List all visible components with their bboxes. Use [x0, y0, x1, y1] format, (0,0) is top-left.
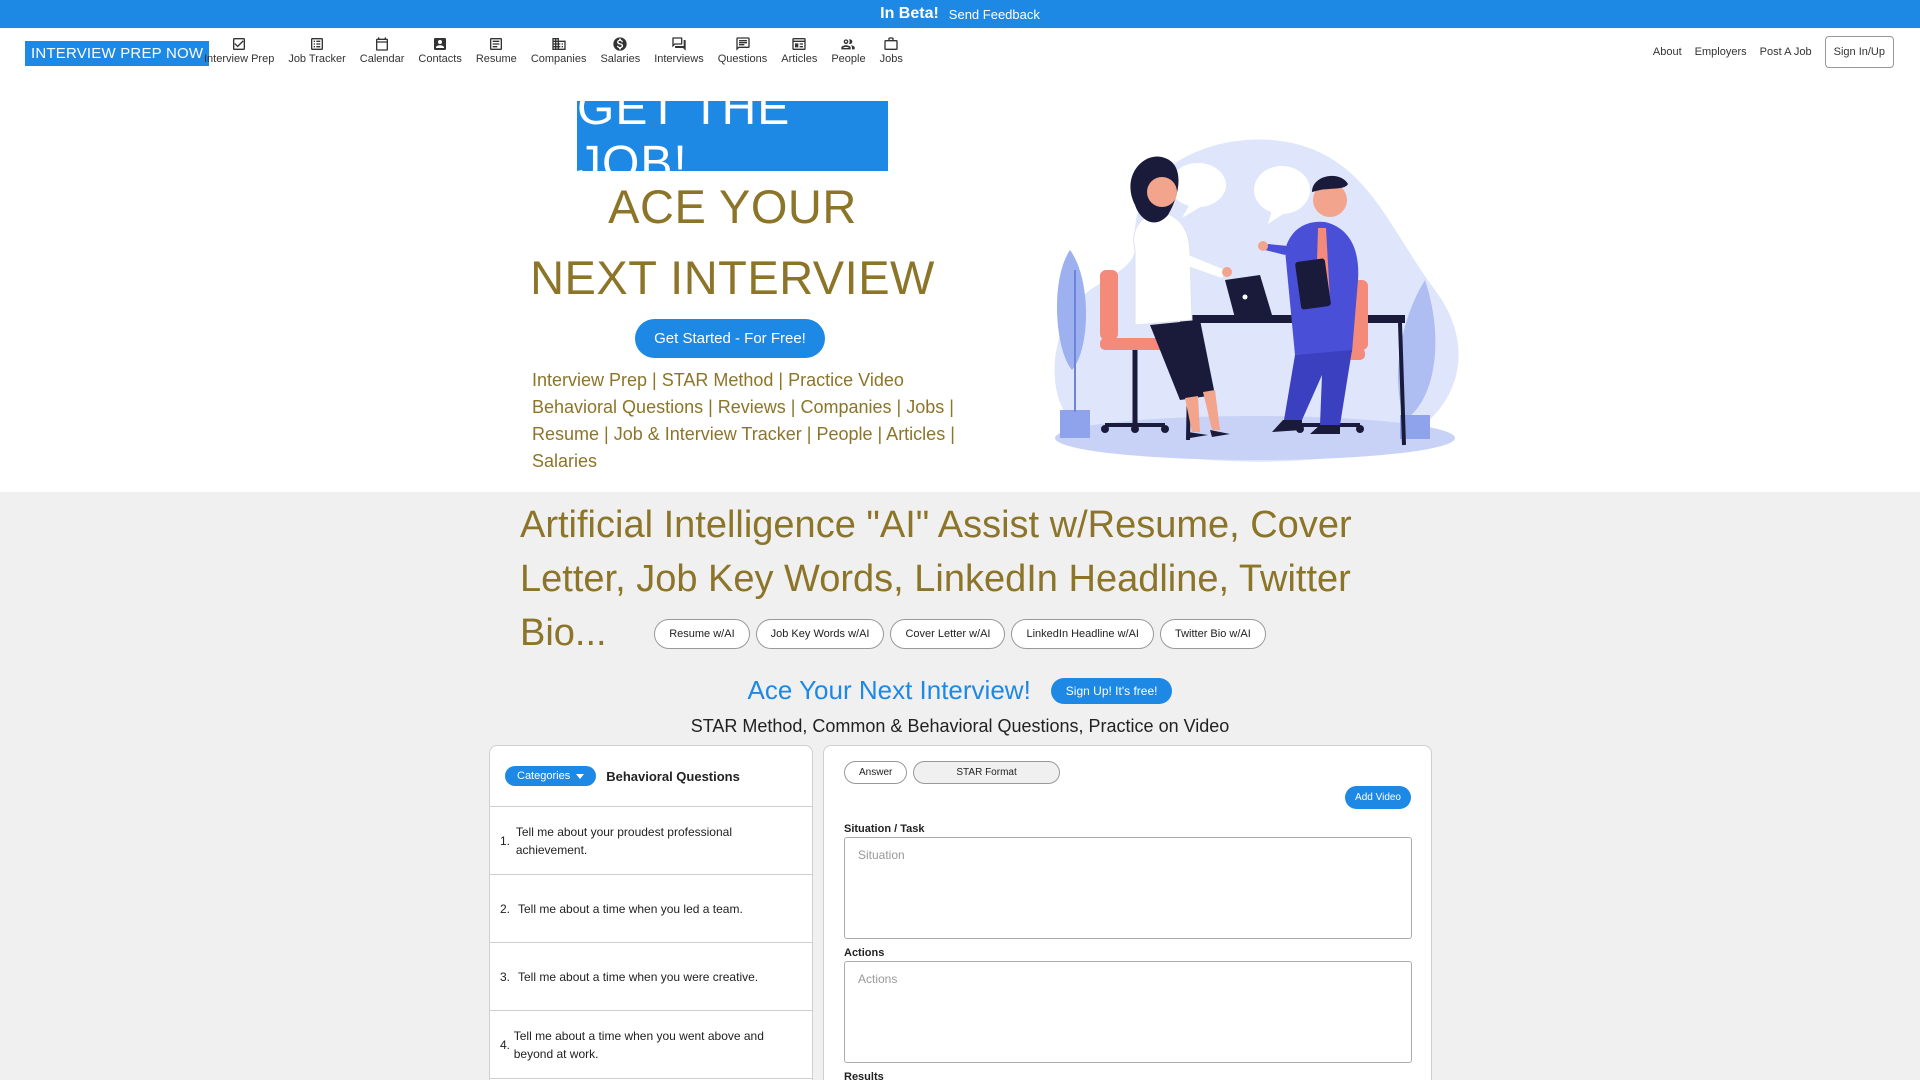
- comment-icon: [735, 37, 750, 51]
- hero-section: GET THE JOB! ACE YOUR NEXT INTERVIEW Get…: [0, 78, 1920, 492]
- nav-item-jobs[interactable]: Jobs: [873, 36, 910, 65]
- top-nav: INTERVIEW PREP NOW Interview Prep Job Tr…: [0, 28, 1920, 78]
- question-item[interactable]: 4. Tell me about a time when you went ab…: [490, 1011, 812, 1079]
- questions-header: Categories Behavioral Questions: [490, 746, 812, 807]
- nav-item-questions[interactable]: Questions: [711, 36, 775, 65]
- get-started-button[interactable]: Get Started - For Free!: [635, 319, 825, 358]
- nav-label: Companies: [530, 53, 587, 65]
- about-link[interactable]: About: [1653, 46, 1682, 58]
- brand-logo[interactable]: INTERVIEW PREP NOW: [25, 41, 210, 66]
- hero-feature-links: Interview Prep | STAR Method | Practice …: [532, 370, 955, 471]
- nav-item-contacts[interactable]: Contacts: [411, 36, 468, 65]
- question-text: Tell me about a time when you led a team…: [518, 901, 743, 916]
- situation-field[interactable]: [844, 837, 1412, 939]
- job-keywords-ai-button[interactable]: Job Key Words w/AI: [755, 619, 885, 649]
- ai-pill-group: Resume w/AI Job Key Words w/AI Cover Let…: [0, 619, 1920, 649]
- contact-icon: [434, 38, 447, 50]
- features-section: Artificial Intelligence "AI" Assist w/Re…: [0, 492, 1920, 1080]
- questions-panel: Categories Behavioral Questions 1. Tell …: [489, 745, 813, 1080]
- post-job-link[interactable]: Post A Job: [1760, 46, 1812, 58]
- list-icon: [311, 38, 324, 50]
- sign-up-free-button[interactable]: Sign Up! It's free!: [1050, 677, 1173, 704]
- employers-link[interactable]: Employers: [1695, 46, 1747, 58]
- hero-badge: GET THE JOB!: [577, 82, 888, 190]
- nav-items: Interview Prep Job Tracker Calendar Cont…: [197, 36, 910, 65]
- nav-label: Calendar: [359, 53, 405, 65]
- nav-item-interview-prep[interactable]: Interview Prep: [197, 36, 281, 65]
- nav-item-articles[interactable]: Articles: [774, 36, 824, 65]
- interview-illustration: [1054, 139, 1459, 462]
- results-label: Results: [844, 1071, 884, 1080]
- chat-icon: [672, 37, 686, 51]
- send-feedback-link[interactable]: Send Feedback: [949, 7, 1040, 22]
- question-number: 1.: [500, 833, 511, 848]
- people-icon: [841, 39, 856, 50]
- nav-label: Jobs: [879, 53, 903, 65]
- star-method-subtitle: STAR Method, Common & Behavioral Questio…: [690, 716, 1230, 736]
- nav-label: Salaries: [600, 53, 641, 65]
- nav-item-interviews[interactable]: Interviews: [647, 36, 711, 65]
- tab-answer[interactable]: Answer: [844, 761, 908, 784]
- question-number: 2.: [500, 901, 511, 916]
- question-item[interactable]: 1. Tell me about your proudest professio…: [490, 807, 812, 875]
- question-number: 4.: [500, 1037, 511, 1052]
- question-text: Tell me about a time when you went above…: [513, 1028, 764, 1061]
- caret-down-icon: [576, 773, 585, 779]
- nav-right: About Employers Post A Job Sign In/Up: [1653, 36, 1894, 68]
- cover-letter-ai-button[interactable]: Cover Letter w/AI: [890, 619, 1006, 649]
- calendar-icon: [376, 37, 389, 51]
- question-item[interactable]: 3. Tell me about a time when you were cr…: [490, 943, 812, 1011]
- nav-label: Resume: [475, 53, 517, 65]
- question-text: Tell me about a time when you were creat…: [518, 969, 759, 984]
- twitter-bio-ai-button[interactable]: Twitter Bio w/AI: [1159, 619, 1266, 649]
- question-item[interactable]: 2. Tell me about a time when you led a t…: [490, 875, 812, 943]
- hero-headline-line2: NEXT INTERVIEW: [530, 251, 935, 304]
- answer-tabs: Answer STAR Format: [844, 761, 1060, 784]
- actions-field[interactable]: [844, 961, 1412, 1063]
- beta-banner: In Beta! Send Feedback: [0, 0, 1920, 28]
- building-icon: [551, 38, 566, 50]
- answer-panel: Answer STAR Format Add Video Situation /…: [823, 745, 1432, 1080]
- actions-label: Actions: [844, 947, 885, 959]
- situation-label: Situation / Task: [844, 823, 925, 835]
- ace-interview-row: Ace Your Next Interview! Sign Up! It's f…: [0, 675, 1920, 706]
- nav-item-calendar[interactable]: Calendar: [353, 36, 412, 65]
- nav-item-salaries[interactable]: Salaries: [593, 36, 647, 65]
- nav-label: Contacts: [418, 53, 462, 65]
- beta-title: In Beta!: [880, 5, 939, 22]
- add-video-button[interactable]: Add Video: [1345, 786, 1411, 809]
- nav-label: Interview Prep: [204, 53, 275, 65]
- categories-label: Categories: [517, 770, 571, 782]
- document-icon: [490, 38, 503, 50]
- checkbox-icon: [233, 38, 246, 50]
- question-text: Tell me about your proudest professional…: [515, 824, 732, 857]
- briefcase-icon: [884, 37, 898, 50]
- nav-item-companies[interactable]: Companies: [524, 36, 594, 65]
- linkedin-headline-ai-button[interactable]: LinkedIn Headline w/AI: [1011, 619, 1154, 649]
- resume-ai-button[interactable]: Resume w/AI: [654, 619, 750, 649]
- ace-interview-title: Ace Your Next Interview!: [747, 675, 1031, 705]
- categories-dropdown[interactable]: Categories: [505, 766, 597, 786]
- sign-in-button[interactable]: Sign In/Up: [1824, 36, 1894, 68]
- hero-headline-line1: ACE YOUR: [608, 180, 857, 233]
- nav-item-job-tracker[interactable]: Job Tracker: [281, 36, 352, 65]
- article-icon: [792, 38, 806, 50]
- nav-item-people[interactable]: People: [824, 36, 872, 65]
- question-number: 3.: [500, 969, 511, 984]
- nav-label: Job Tracker: [288, 53, 346, 65]
- dollar-icon: [613, 37, 627, 51]
- nav-label: Articles: [781, 53, 818, 65]
- questions-category-title: Behavioral Questions: [606, 768, 740, 784]
- nav-item-resume[interactable]: Resume: [469, 36, 524, 65]
- tab-star-format[interactable]: STAR Format: [913, 761, 1060, 784]
- nav-label: Questions: [717, 53, 768, 65]
- nav-label: People: [831, 53, 866, 65]
- nav-label: Interviews: [654, 53, 704, 65]
